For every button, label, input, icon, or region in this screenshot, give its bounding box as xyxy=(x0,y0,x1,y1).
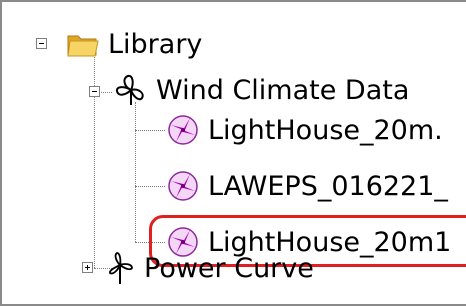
expand-toggle-power-curve[interactable] xyxy=(82,262,93,273)
tree-node-label: LightHouse_20m. xyxy=(208,114,443,146)
folder-icon xyxy=(66,27,100,61)
tree-line xyxy=(94,52,95,268)
turbine-icon xyxy=(108,251,136,285)
tree-line xyxy=(135,102,136,242)
collapse-toggle-library[interactable] xyxy=(36,38,47,49)
tree-node-label: Wind Climate Data xyxy=(156,74,410,106)
wind-climate-icon xyxy=(114,73,148,107)
collapse-toggle-wind-climate-data[interactable] xyxy=(89,86,100,97)
tree-node-library[interactable]: Library xyxy=(66,24,202,64)
tree-line xyxy=(135,130,165,131)
tree-node-label: Library xyxy=(108,28,203,60)
tree-node-wind-climate-data[interactable]: Wind Climate Data xyxy=(114,70,409,110)
wind-rose-icon xyxy=(166,113,200,147)
library-tree-panel: Library Wind Climate Data LightHouse_20m… xyxy=(0,0,466,306)
tree-node-label: LAWEPS_016221_ xyxy=(208,170,448,202)
tree-node-label: Power Curve xyxy=(144,252,314,284)
tree-line xyxy=(135,186,165,187)
wind-rose-icon xyxy=(166,169,200,203)
tree-node-wind-data-item[interactable]: LAWEPS_016221_ xyxy=(166,166,448,206)
tree-node-wind-data-item[interactable]: LightHouse_20m. xyxy=(166,110,443,150)
tree-node-power-curve[interactable]: Power Curve xyxy=(108,248,314,288)
